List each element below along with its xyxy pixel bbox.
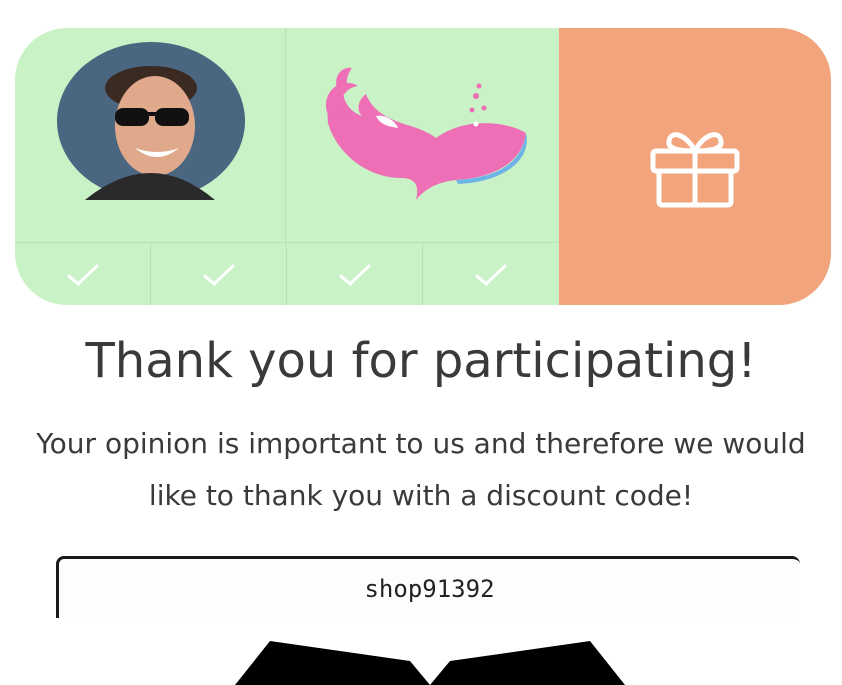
reward-panel bbox=[559, 28, 831, 305]
step-3 bbox=[287, 243, 423, 305]
discount-code-field[interactable]: shop91392 bbox=[56, 556, 800, 618]
thank-you-message: Your opinion is important to us and ther… bbox=[36, 427, 806, 512]
progress-card bbox=[15, 28, 831, 305]
avatar bbox=[57, 42, 245, 200]
checkmark-icon bbox=[475, 264, 506, 285]
checkmark-icon bbox=[339, 264, 370, 285]
step-1 bbox=[15, 243, 151, 305]
discount-code[interactable]: shop91392 bbox=[364, 575, 494, 603]
progress-steps bbox=[15, 242, 558, 305]
step-4 bbox=[423, 243, 558, 305]
page-title: Thank you for participating! bbox=[85, 333, 757, 389]
brand-cell bbox=[286, 28, 558, 242]
step-2 bbox=[151, 243, 287, 305]
checkmark-icon bbox=[67, 264, 98, 285]
checkmark-icon bbox=[203, 264, 234, 285]
decorative-shape bbox=[235, 641, 625, 685]
gift-icon bbox=[650, 131, 740, 207]
whale-icon bbox=[326, 67, 527, 200]
avatar-cell bbox=[15, 28, 286, 242]
